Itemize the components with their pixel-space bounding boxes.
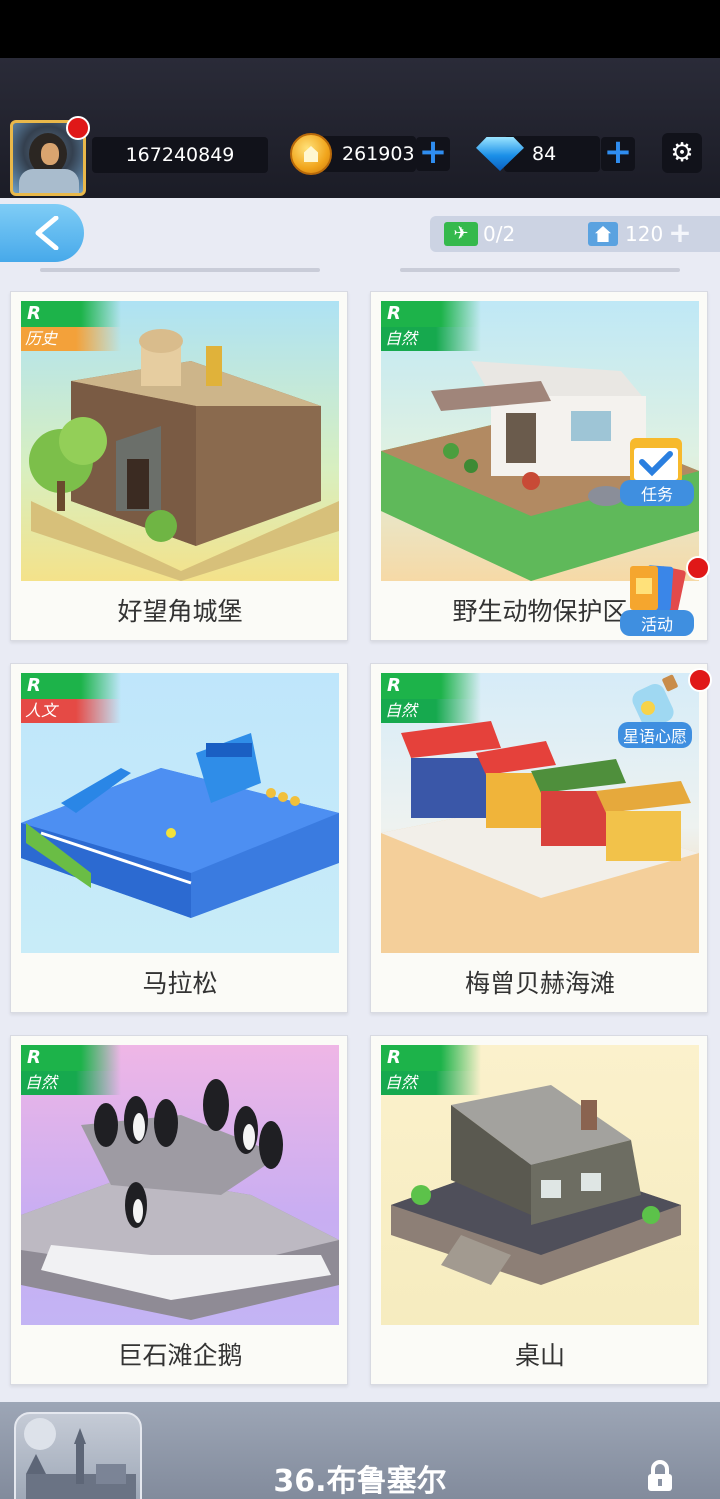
event-label: 活动 [620,610,694,636]
category-badge: 历史 [21,327,121,351]
wish-notification-dot [688,668,712,692]
category-badge: 自然 [21,1071,121,1095]
event-notification-dot [686,556,710,580]
landmark-card-castle[interactable]: R 历史 好望角城堡 [10,291,348,641]
category-badge: 自然 [381,699,481,723]
rarity-badge: R [21,1045,121,1071]
rarity-badge: R [381,1045,481,1071]
flight-count: 0/2 [483,222,516,246]
divider [40,268,320,272]
lock-icon [648,1460,672,1491]
category-badge: 自然 [381,1071,481,1095]
chevron-left-icon [35,216,59,250]
plane-icon: ✈ [444,222,478,246]
wish-label: 星语心愿 [618,722,692,748]
status-bar [0,0,720,58]
player-id: 167240849 [92,137,268,173]
task-label: 任务 [620,480,694,506]
landmark-name: 桌山 [514,1341,565,1370]
home-icon [588,222,618,246]
divider [400,268,680,272]
landmark-name: 好望角城堡 [117,597,243,626]
gear-icon: ⚙ [670,138,694,168]
settings-button[interactable]: ⚙ [662,133,702,173]
landmark-card-penguins[interactable]: R 自然 巨石滩企鹅 [10,1035,348,1385]
landmark-card-marathon[interactable]: R 人文 马拉松 [10,663,348,1013]
category-badge: 自然 [381,327,481,351]
back-button[interactable] [0,204,84,262]
rarity-badge: R [21,301,121,327]
add-gems-button[interactable]: + [601,135,635,171]
coin-icon [290,133,332,175]
building-count: 120 [625,222,664,246]
next-city-title: 36.布鲁塞尔 [273,1464,447,1499]
rarity-badge: R [381,301,481,327]
avatar-notification-dot [66,116,90,140]
add-building-button[interactable]: + [668,219,692,247]
gem-count: 84 [504,136,600,172]
category-badge: 人文 [21,699,121,723]
landmark-name: 巨石滩企鹅 [117,1341,243,1370]
add-coins-button[interactable]: + [416,135,450,171]
top-bar [0,58,720,198]
landmark-name: 梅曾贝赫海滩 [464,969,615,998]
landmark-name: 马拉松 [142,969,218,998]
rarity-badge: R [21,673,121,699]
landmark-card-table-mountain[interactable]: R 自然 桌山 [370,1035,708,1385]
event-button[interactable]: 活动 [620,560,694,636]
task-button[interactable]: 任务 [620,430,694,506]
wish-button[interactable]: 星语心愿 [618,672,692,748]
rarity-badge: R [381,673,481,699]
